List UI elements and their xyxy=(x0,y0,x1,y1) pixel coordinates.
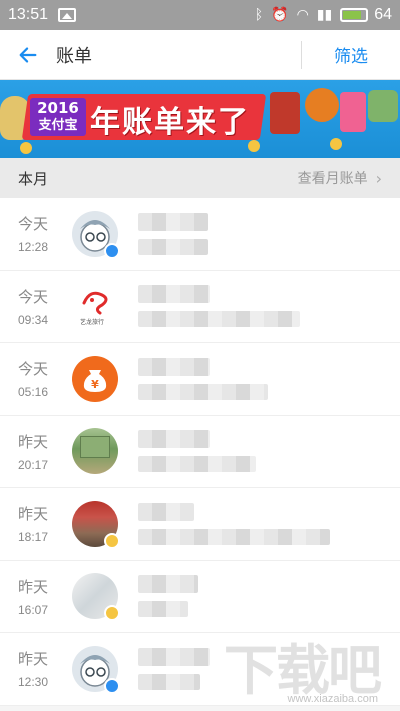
banner-year-box: 2016 支付宝 xyxy=(30,98,86,136)
page-title: 账单 xyxy=(56,45,92,67)
transaction-date: 昨天 16:07 xyxy=(0,576,66,617)
svg-text:¥: ¥ xyxy=(91,378,99,391)
transaction-time: 18:17 xyxy=(18,530,49,545)
banner-app-name: 支付宝 xyxy=(38,118,78,133)
battery-icon xyxy=(340,8,369,22)
signal-icon: ▮▮ xyxy=(316,7,333,23)
transaction-time: 16:07 xyxy=(18,602,49,617)
transaction-row[interactable]: 今天 09:34 艺龙旅行 xyxy=(0,271,400,343)
transaction-row[interactable]: 昨天 20:17 xyxy=(0,416,400,488)
transaction-details-blurred xyxy=(118,285,400,328)
verified-badge-icon xyxy=(104,677,120,694)
photo-avatar xyxy=(72,573,120,622)
bluetooth-icon: ᛒ xyxy=(254,7,264,23)
verified-badge-icon xyxy=(104,242,120,259)
coin-icon xyxy=(248,140,260,152)
transaction-date: 昨天 18:17 xyxy=(0,503,66,544)
transaction-time: 12:28 xyxy=(18,240,49,255)
coin-icon xyxy=(20,142,32,154)
watermark-logo: 下载吧 www.xiazaiba.com xyxy=(224,626,382,705)
transaction-day: 今天 xyxy=(18,215,49,234)
transaction-day: 昨天 xyxy=(18,505,49,524)
bus-mascot-illustration xyxy=(368,90,398,122)
month-section-header: 本月 查看月账单 › xyxy=(0,158,400,198)
gold-badge-icon xyxy=(104,532,120,549)
transaction-day: 今天 xyxy=(18,360,49,379)
yilong-logo-text: 艺龙旅行 xyxy=(80,319,105,327)
transaction-time: 05:16 xyxy=(18,385,49,400)
back-arrow-icon xyxy=(19,46,37,63)
month-label: 本月 xyxy=(18,169,49,188)
transaction-day: 昨天 xyxy=(18,650,49,669)
transaction-time: 12:30 xyxy=(18,675,49,690)
transaction-details-blurred xyxy=(118,357,400,400)
status-bar: 13:51 ᛒ ⏰ ◠ ▮▮ 64 xyxy=(0,0,400,30)
watermark-site: www.xiazaiba.com xyxy=(287,693,378,705)
image-icon xyxy=(58,8,77,22)
transaction-details-blurred xyxy=(118,212,400,255)
filter-button[interactable]: 筛选 xyxy=(302,42,400,67)
transaction-date: 昨天 12:30 xyxy=(0,648,66,689)
coin-icon xyxy=(330,138,342,150)
mushroom-mascot-illustration xyxy=(305,88,339,122)
transaction-day: 今天 xyxy=(18,287,49,306)
transaction-details-blurred xyxy=(118,575,400,618)
app-header: 账单 筛选 xyxy=(0,30,400,80)
transaction-row[interactable]: 今天 12:28 xyxy=(0,198,400,271)
transaction-day: 昨天 xyxy=(18,577,49,596)
transaction-row[interactable]: 今天 05:16 ¥ xyxy=(0,343,400,416)
banner-slogan: 年账单来了 xyxy=(90,105,250,140)
gold-badge-icon xyxy=(104,605,120,622)
cartoon-boy-avatar xyxy=(72,210,120,259)
transaction-time: 09:34 xyxy=(18,312,49,327)
yilong-logo-avatar: 艺龙旅行 xyxy=(72,283,118,330)
transaction-time: 20:17 xyxy=(18,457,49,472)
annual-bill-banner[interactable]: 2016 支付宝 年账单来了 xyxy=(0,80,400,158)
transaction-date: 昨天 20:17 xyxy=(0,431,66,472)
pink-mascot-illustration xyxy=(340,92,366,132)
cartoon-boy-avatar xyxy=(72,645,120,694)
transaction-row[interactable]: 昨天 16:07 xyxy=(0,561,400,633)
transaction-date: 今天 05:16 xyxy=(0,358,66,399)
transaction-date: 今天 09:34 xyxy=(0,286,66,327)
shop-photo-avatar xyxy=(72,500,120,549)
wifi-icon: ◠ xyxy=(296,7,309,23)
transaction-day: 昨天 xyxy=(18,432,49,451)
battery-level: 64 xyxy=(374,6,392,23)
alarm-icon: ⏰ xyxy=(271,7,289,23)
money-bag-avatar: ¥ xyxy=(72,355,118,402)
back-button[interactable] xyxy=(0,30,56,80)
chevron-right-icon: › xyxy=(375,168,382,188)
banner-year: 2016 xyxy=(37,99,79,117)
building-photo-avatar xyxy=(72,428,118,475)
transaction-row[interactable]: 昨天 18:17 xyxy=(0,488,400,561)
transaction-details-blurred xyxy=(118,502,400,545)
view-monthly-bill-link[interactable]: 查看月账单 xyxy=(298,168,368,188)
transaction-details-blurred xyxy=(118,430,400,473)
phone-mascot-illustration xyxy=(270,92,300,134)
status-time: 13:51 xyxy=(8,6,49,23)
transaction-date: 今天 12:28 xyxy=(0,213,66,254)
